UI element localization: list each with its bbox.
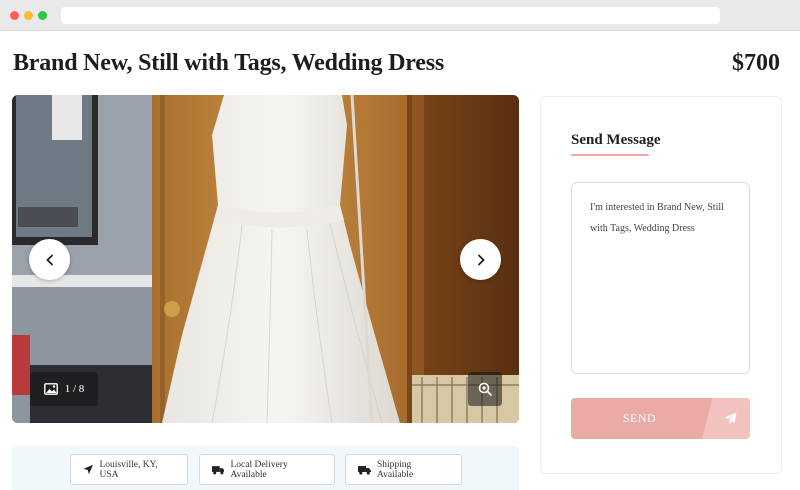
local-delivery-text: Local Delivery Available bbox=[230, 459, 288, 480]
image-icon bbox=[43, 383, 58, 395]
next-image-button[interactable] bbox=[460, 239, 501, 280]
address-bar[interactable] bbox=[61, 7, 720, 24]
image-counter-text: 1 / 8 bbox=[64, 383, 85, 395]
browser-chrome bbox=[0, 0, 800, 31]
listing-price: $700 bbox=[732, 50, 780, 76]
zoom-in-icon bbox=[478, 382, 492, 396]
local-delivery-chip: Local Delivery Available bbox=[199, 454, 335, 485]
shipping-chip: Shipping Available bbox=[345, 454, 462, 485]
truck-icon bbox=[358, 465, 371, 475]
send-icon-area bbox=[702, 398, 750, 439]
location-chip: Louisville, KY, USA bbox=[70, 454, 188, 485]
send-button[interactable]: SEND bbox=[571, 398, 750, 439]
send-message-heading: Send Message bbox=[571, 132, 661, 148]
heading-underline bbox=[571, 154, 649, 156]
zoom-image-button[interactable] bbox=[468, 372, 502, 406]
listing-title: Brand New, Still with Tags, Wedding Dres… bbox=[13, 50, 445, 76]
chevron-right-icon bbox=[477, 254, 485, 265]
shipping-text: Shipping Available bbox=[376, 459, 414, 480]
location-text: Louisville, KY, USA bbox=[99, 459, 158, 480]
chevron-left-icon bbox=[45, 254, 53, 265]
close-window-dot[interactable] bbox=[10, 11, 19, 20]
paper-plane-icon bbox=[724, 412, 736, 425]
truck-icon bbox=[212, 465, 225, 474]
message-textarea[interactable]: I'm interested in Brand New, Still with … bbox=[571, 182, 750, 374]
location-arrow-icon bbox=[83, 464, 93, 475]
minimize-window-dot[interactable] bbox=[24, 11, 33, 20]
send-button-label: SEND bbox=[622, 411, 657, 425]
image-gallery: 1 / 8 bbox=[12, 95, 519, 423]
previous-image-button[interactable] bbox=[29, 239, 70, 280]
image-counter: 1 / 8 bbox=[30, 372, 98, 406]
maximize-window-dot[interactable] bbox=[38, 11, 47, 20]
